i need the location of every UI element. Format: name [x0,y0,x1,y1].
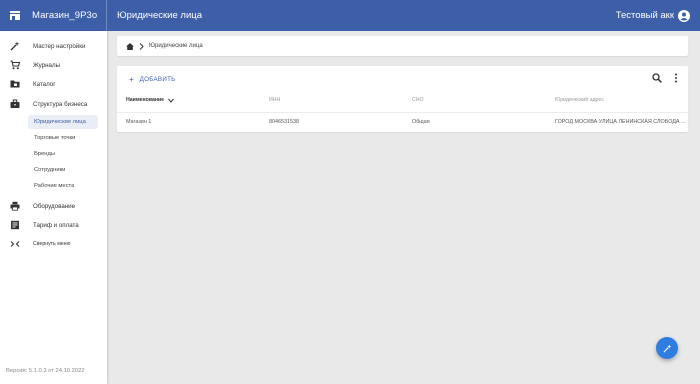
column-header-inn[interactable]: ИНН [269,97,280,103]
cell-inn: 8046531538 [269,119,299,125]
sidebar-item-label: Тариф и оплата [33,221,79,229]
cart-icon [10,60,20,70]
sidebar-item-journals[interactable]: Журналы [0,56,107,74]
add-button[interactable]: + ДОБАВИТЬ [129,73,176,85]
sidebar-item-catalog[interactable]: Каталог [0,75,107,93]
wand-icon [10,41,20,51]
column-header-label: Наименование [126,97,165,103]
chevron-right-icon [139,42,144,50]
column-header-legal-address[interactable]: Юридический адрес [555,97,604,103]
brand-name: Магазин_9Р3о [32,10,98,21]
sidebar-item-label: Журналы [33,61,61,69]
sidebar-subitem-brands[interactable]: Бренды [28,147,98,161]
collapse-icon [10,239,20,249]
sidebar: Мастер настройки Журналы Каталог Структу… [0,31,107,384]
brand[interactable]: Магазин_9Р3о [0,0,107,31]
sidebar-item-label: Мастер настройки [33,42,86,50]
sidebar-item-setup-wizard[interactable]: Мастер настройки [0,37,107,55]
breadcrumb-current: Юридические лица [149,43,203,49]
account-menu[interactable]: Тестовый акк [615,9,690,22]
briefcase-icon [10,99,20,109]
sidebar-item-label: Каталог [33,80,56,88]
account-name: Тестовый акк [615,10,674,21]
column-header-name[interactable]: Наименование [126,97,174,103]
receipt-icon [10,220,20,230]
sidebar-item-equipment[interactable]: Оборудование [0,197,107,215]
cell-name: Магазин 1 [126,119,152,125]
sidebar-subitem-outlets[interactable]: Торговые точки [28,131,98,145]
sidebar-item-collapse-menu[interactable]: Свернуть меню [0,235,107,253]
more-vert-icon[interactable] [673,73,679,83]
plus-icon: + [129,74,134,84]
printer-icon [10,201,20,211]
sidebar-subitem-legal-entities[interactable]: Юридические лица [28,115,98,129]
table-row[interactable]: Магазин 1 8046531538 Общая ГОРОД МОСКВА … [117,112,688,126]
avatar-icon [678,9,690,22]
version-text: Версия: 5.1.0.3 от 24.10.2022 [6,368,85,374]
legal-entities-card: + ДОБАВИТЬ Наименование ИНН СНО Юридичес… [117,66,688,132]
home-icon[interactable] [126,42,134,50]
wand-icon [662,343,671,353]
search-icon[interactable] [652,73,662,83]
store-icon [10,11,20,20]
breadcrumb: Юридические лица [117,36,688,56]
top-bar: Магазин_9Р3о Юридические лица Тестовый а… [0,0,700,31]
sidebar-subitem-employees[interactable]: Сотрудники [28,163,98,177]
page-title: Юридические лица [117,10,202,21]
sidebar-item-label: Структура бизнеса [33,100,88,108]
column-header-tax-system[interactable]: СНО [412,97,424,103]
add-button-label: ДОБАВИТЬ [139,75,176,83]
sidebar-item-business-structure[interactable]: Структура бизнеса [0,95,107,113]
chevron-down-icon [168,98,174,103]
setup-wizard-fab[interactable] [656,337,678,359]
sidebar-item-tariff[interactable]: Тариф и оплата [0,216,107,234]
cell-legal-address: ГОРОД МОСКВА УЛИЦА ЛЕНИНСКАЯ СЛОБОДА ... [555,119,686,125]
sidebar-subitem-workplaces[interactable]: Рабочие места [28,179,98,193]
sidebar-item-label: Оборудование [33,202,76,210]
sidebar-item-label: Свернуть меню [33,241,71,247]
folder-icon [10,79,20,89]
cell-tax-system: Общая [412,119,430,125]
